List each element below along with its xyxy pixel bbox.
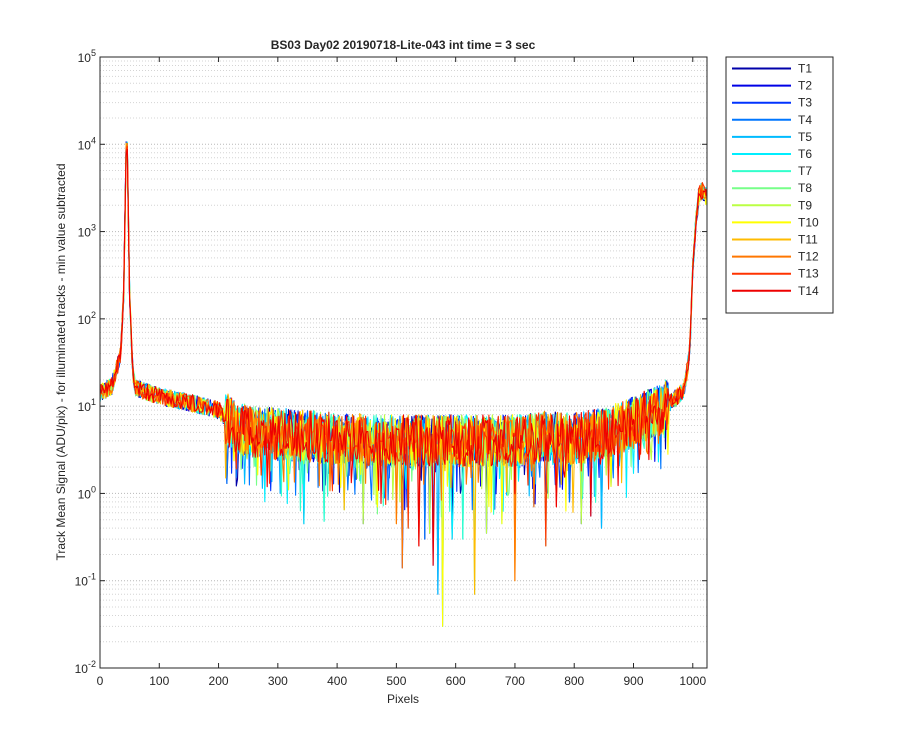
- legend-label-T5: T5: [798, 130, 812, 144]
- series-line-T5: [100, 153, 707, 627]
- y-tick-label: 102: [78, 310, 96, 327]
- legend-label-T4: T4: [798, 113, 812, 127]
- y-tick-label: 103: [78, 223, 96, 240]
- x-tick-label: 600: [446, 674, 466, 688]
- legend-label-T9: T9: [798, 198, 812, 212]
- series-line-T4: [100, 149, 707, 595]
- legend-label-T13: T13: [798, 267, 819, 281]
- y-tick-label: 105: [78, 48, 96, 65]
- x-tick-label: 900: [623, 674, 643, 688]
- x-tick-label: 800: [564, 674, 584, 688]
- legend: T1 T2 T3 T4 T5 T6 T7 T8 T9 T10 T11 T12 T13 T14: [725, 56, 834, 314]
- figure: 0 100 200 300 400 500 600 700 800 900 1000 10-2 10-1…: [54, 38, 834, 706]
- y-tick-label: 10-2: [75, 659, 96, 676]
- series-line-T11: [100, 142, 707, 595]
- legend-label-T3: T3: [798, 96, 812, 110]
- legend-label-T6: T6: [798, 147, 812, 161]
- grid: [100, 60, 707, 643]
- x-tick-label: 1000: [679, 674, 706, 688]
- x-tick-label: 300: [268, 674, 288, 688]
- series-line-T10: [100, 153, 707, 627]
- legend-label-T1: T1: [798, 62, 812, 76]
- x-tick-label: 0: [97, 674, 104, 688]
- legend-label-T11: T11: [798, 233, 818, 247]
- legend-label-T14: T14: [798, 284, 819, 298]
- y-tick-label: 104: [78, 135, 96, 152]
- legend-label-T7: T7: [798, 164, 812, 178]
- x-tick-label: 200: [209, 674, 229, 688]
- y-tick-label: 100: [78, 484, 96, 501]
- y-tick-label: 101: [78, 397, 96, 414]
- series-line-T3: [100, 145, 707, 569]
- x-tick-label: 100: [149, 674, 169, 688]
- x-axis-label: Pixels: [387, 692, 419, 706]
- legend-label-T10: T10: [798, 215, 819, 229]
- legend-label-T8: T8: [798, 181, 812, 195]
- legend-label-T12: T12: [798, 250, 819, 264]
- legend-label-T2: T2: [798, 79, 812, 93]
- x-tick-label: 700: [505, 674, 525, 688]
- series-line-T8: [100, 147, 707, 595]
- x-tick-label: 500: [386, 674, 406, 688]
- plot-lines: [100, 141, 707, 627]
- y-axis-label: Track Mean Signal (ADU/pix) - for illumi…: [54, 163, 68, 560]
- y-tick-label: 10-1: [75, 572, 96, 589]
- x-tick-label: 400: [327, 674, 347, 688]
- chart-title: BS03 Day02 20190718-Lite-043 int time = …: [271, 38, 536, 52]
